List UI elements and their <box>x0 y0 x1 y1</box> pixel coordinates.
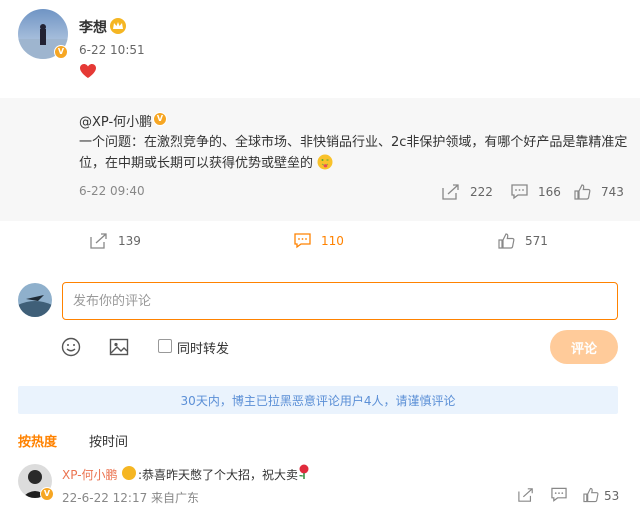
tab-sort-time[interactable]: 按时间 <box>89 431 128 450</box>
comment-text: :恭喜昨天憋了个大招，祝大卖 <box>138 468 299 482</box>
author-name[interactable]: 李想 <box>79 17 107 37</box>
repost-checkbox[interactable] <box>158 339 172 353</box>
image-icon[interactable] <box>109 337 129 357</box>
heart-emoji-icon <box>80 64 96 78</box>
quote-comment-count: 166 <box>538 185 561 199</box>
comment-author-name[interactable]: XP-何小鹏 <box>62 466 118 483</box>
repost-count: 139 <box>118 234 141 248</box>
comment-count: 110 <box>321 234 344 248</box>
quote-like-count: 743 <box>601 185 624 199</box>
crown-badge-icon <box>122 466 136 480</box>
quote-text: 一个问题：在激烈竞争的、全球市场、非快销品行业、2c非保护领域，有哪个好产品是靠… <box>79 135 628 171</box>
crown-badge-icon <box>110 18 126 34</box>
quote-repost-count: 222 <box>470 185 493 199</box>
submit-comment-button[interactable]: 评论 <box>550 330 618 364</box>
repost-icon <box>442 184 459 200</box>
comment-meta: 22-6-22 12:17 来自广东 <box>62 491 200 505</box>
post-time[interactable]: 6-22 10:51 <box>79 43 145 57</box>
quote-author[interactable]: @XP-何小鹏 <box>79 111 152 130</box>
verified-badge-icon: V <box>54 45 68 59</box>
current-user-avatar[interactable] <box>18 283 52 317</box>
thumbs-up-icon[interactable] <box>583 487 599 503</box>
like-count: 571 <box>525 234 548 248</box>
like-button[interactable]: 571 <box>498 233 548 249</box>
verified-badge-icon: V <box>40 487 54 501</box>
repost-checkbox-label[interactable]: 同时转发 <box>177 338 229 357</box>
repost-icon <box>90 233 107 249</box>
comment-icon <box>294 233 311 249</box>
verified-badge-icon: V <box>153 112 167 126</box>
quote-like-stat[interactable]: 743 <box>574 184 624 200</box>
comment-input[interactable] <box>62 282 618 320</box>
moderation-notice: 30天内，博主已拉黑恶意评论用户4人，请谨慎评论 <box>18 386 618 414</box>
quote-repost-stat[interactable]: 222 <box>442 184 493 200</box>
comment-icon[interactable] <box>551 487 567 503</box>
comment-button[interactable]: 110 <box>294 233 344 249</box>
repost-icon[interactable] <box>518 487 534 503</box>
tongue-emoji-icon <box>317 154 333 170</box>
thumbs-up-icon <box>574 184 591 200</box>
thumbs-up-icon <box>498 233 515 249</box>
repost-button[interactable]: 139 <box>90 233 141 249</box>
comment-icon <box>511 184 528 200</box>
quote-comment-stat[interactable]: 166 <box>511 184 561 200</box>
rose-emoji-icon <box>299 464 309 479</box>
tab-sort-hot[interactable]: 按热度 <box>18 431 57 450</box>
comment-like-count: 53 <box>604 489 620 503</box>
emoji-icon[interactable] <box>61 337 81 357</box>
quote-time[interactable]: 6-22 09:40 <box>79 184 145 198</box>
